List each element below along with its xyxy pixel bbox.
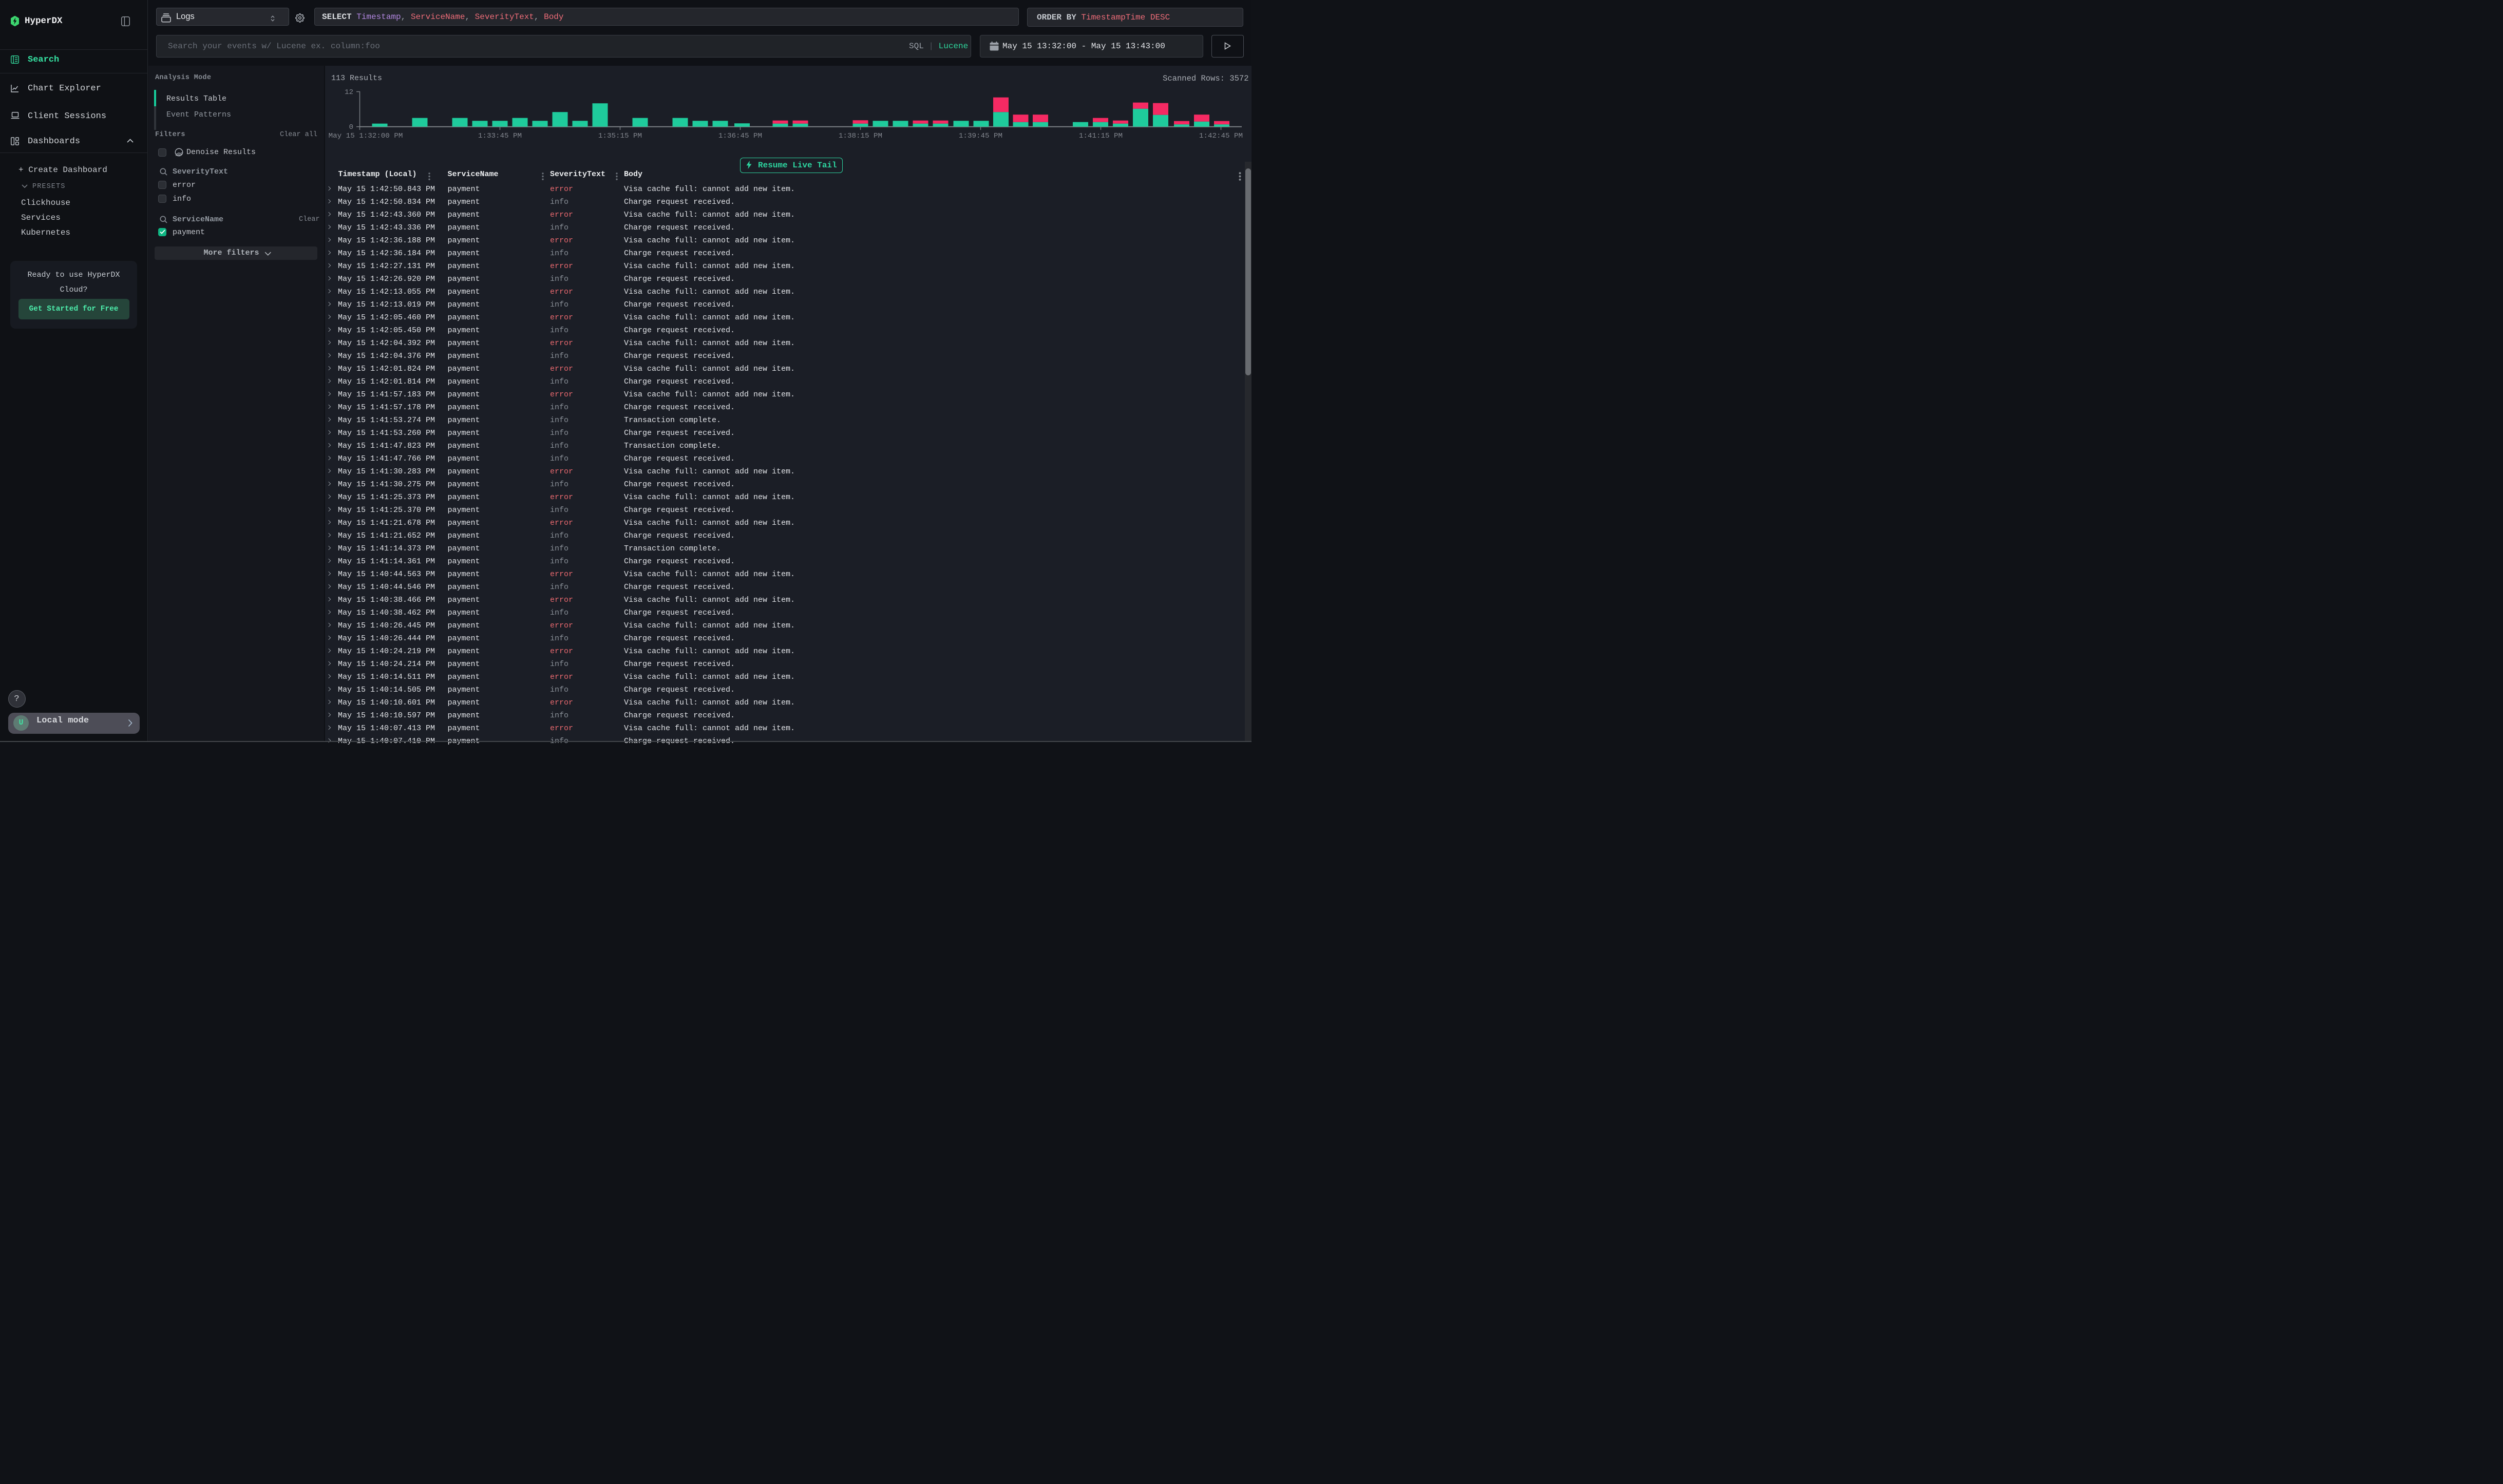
svg-text:1:41:15 PM: 1:41:15 PM	[1079, 132, 1123, 140]
svg-text:1:36:45 PM: 1:36:45 PM	[718, 132, 762, 140]
svg-text:May 15 1:32:00 PM: May 15 1:32:00 PM	[329, 132, 403, 140]
svg-text:1:39:45 PM: 1:39:45 PM	[959, 132, 1002, 140]
svg-text:1:42:45 PM: 1:42:45 PM	[1199, 132, 1243, 140]
svg-text:0: 0	[349, 123, 353, 131]
svg-text:1:38:15 PM: 1:38:15 PM	[839, 132, 882, 140]
svg-text:1:35:15 PM: 1:35:15 PM	[598, 132, 642, 140]
svg-text:12: 12	[345, 88, 353, 97]
svg-text:1:33:45 PM: 1:33:45 PM	[478, 132, 522, 140]
